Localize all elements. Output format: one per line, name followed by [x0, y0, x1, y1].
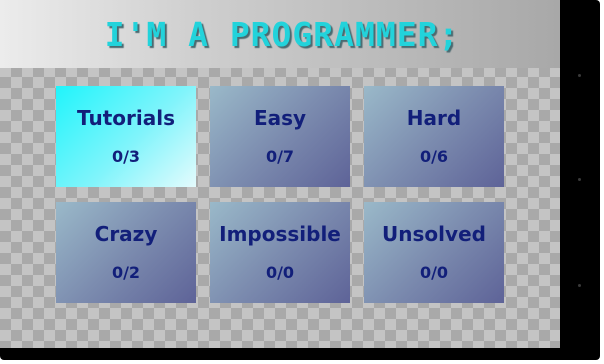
category-tile-crazy[interactable]: Crazy 0/2: [56, 202, 196, 303]
game-screen: I'M A PROGRAMMER; Tutorials 0/3 Easy 0/7…: [0, 0, 560, 348]
category-progress: 0/3: [111, 147, 141, 166]
home-button-icon[interactable]: [578, 178, 581, 181]
category-tile-impossible[interactable]: Impossible 0/0: [210, 202, 350, 303]
category-label: Hard: [406, 106, 462, 130]
category-progress: 0/0: [419, 263, 449, 282]
category-progress: 0/6: [419, 147, 449, 166]
category-label: Unsolved: [382, 222, 486, 246]
device-frame: I'M A PROGRAMMER; Tutorials 0/3 Easy 0/7…: [0, 0, 600, 360]
category-tile-unsolved[interactable]: Unsolved 0/0: [364, 202, 504, 303]
back-button-icon[interactable]: [578, 74, 581, 77]
game-title: I'M A PROGRAMMER;: [104, 14, 460, 54]
category-label: Crazy: [94, 222, 158, 246]
category-tile-hard[interactable]: Hard 0/6: [364, 86, 504, 187]
search-button-icon[interactable]: [578, 284, 581, 287]
category-label: Tutorials: [77, 106, 175, 130]
category-label: Impossible: [219, 222, 341, 246]
category-label: Easy: [253, 106, 307, 130]
category-progress: 0/7: [265, 147, 295, 166]
category-grid: Tutorials 0/3 Easy 0/7 Hard 0/6 Crazy 0/…: [56, 86, 504, 303]
category-tile-tutorials[interactable]: Tutorials 0/3: [56, 86, 196, 187]
title-banner: I'M A PROGRAMMER;: [0, 0, 560, 68]
category-progress: 0/2: [111, 263, 141, 282]
category-tile-easy[interactable]: Easy 0/7: [210, 86, 350, 187]
category-progress: 0/0: [265, 263, 295, 282]
